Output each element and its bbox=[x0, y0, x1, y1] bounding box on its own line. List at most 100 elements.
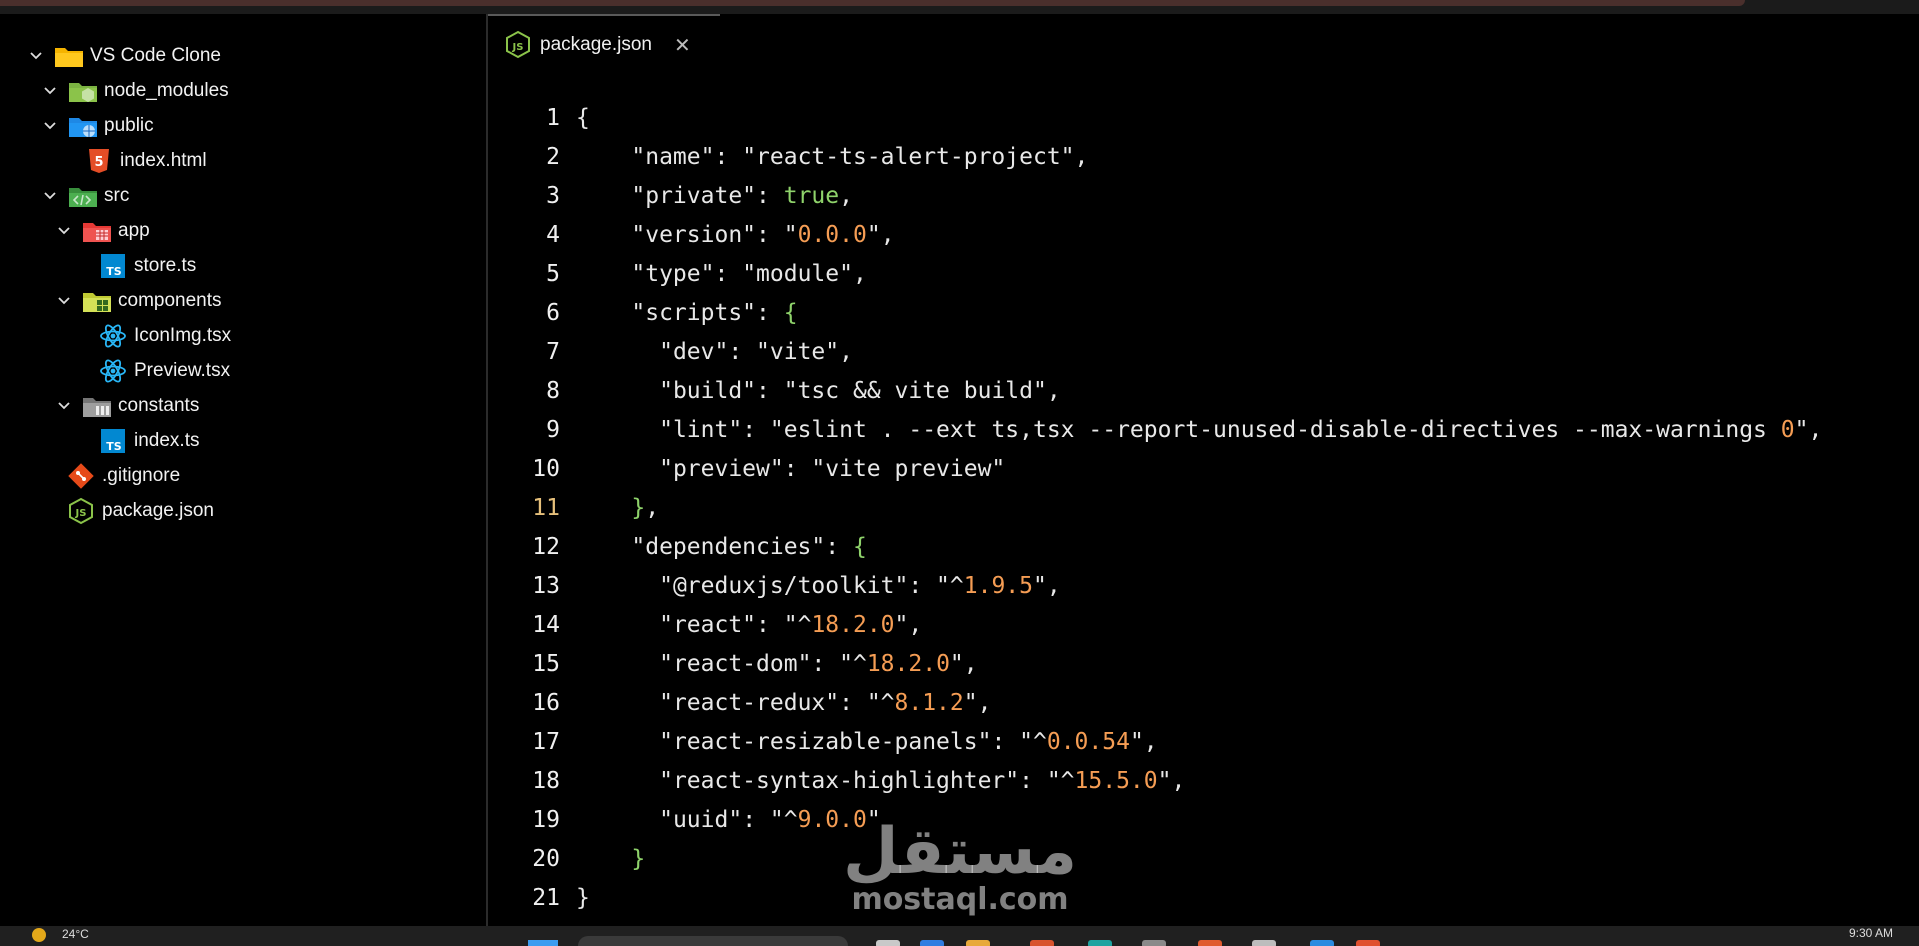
file-explorer: VS Code Clone node_modules public 5 inde… bbox=[0, 14, 488, 926]
code-text: "scripts": { bbox=[631, 299, 798, 326]
taskbar-search[interactable] bbox=[578, 936, 848, 946]
code-text: "version": "0.0.0", bbox=[631, 221, 895, 248]
code-text: "lint": "eslint . --ext ts,tsx --report-… bbox=[659, 416, 1823, 443]
code-line[interactable]: 4 "version": "0.0.0", bbox=[488, 215, 895, 254]
close-icon[interactable]: ✕ bbox=[674, 33, 691, 57]
code-line[interactable]: 7 "dev": "vite", bbox=[488, 332, 853, 371]
taskbar-app-icon[interactable] bbox=[1142, 940, 1166, 946]
code-text: "react-syntax-highlighter": "^15.5.0", bbox=[659, 767, 1186, 794]
tree-item-index-html[interactable]: 5 index.html bbox=[84, 144, 207, 178]
line-number: 2 bbox=[546, 143, 560, 170]
code-line[interactable]: 18 "react-syntax-highlighter": "^15.5.0"… bbox=[488, 761, 1185, 800]
code-line[interactable]: 5 "type": "module", bbox=[488, 254, 867, 293]
tree-item-gitignore[interactable]: .gitignore bbox=[66, 459, 180, 493]
code-line[interactable]: 15 "react-dom": "^18.2.0", bbox=[488, 644, 978, 683]
chevron-down-icon[interactable] bbox=[40, 116, 60, 136]
taskbar-app-icon[interactable] bbox=[1198, 940, 1222, 946]
code-line[interactable]: 9 "lint": "eslint . --ext ts,tsx --repor… bbox=[488, 410, 1822, 449]
git-icon bbox=[66, 462, 96, 490]
tree-item-components[interactable]: components bbox=[54, 284, 222, 318]
code-text: } bbox=[576, 884, 590, 911]
code-line[interactable]: 17 "react-resizable-panels": "^0.0.54", bbox=[488, 722, 1157, 761]
code-line[interactable]: 12 "dependencies": { bbox=[488, 527, 867, 566]
tab-package-json[interactable]: JS package.json ✕ bbox=[488, 14, 720, 74]
tree-item-index-ts[interactable]: TS index.ts bbox=[98, 424, 199, 458]
chevron-down-icon[interactable] bbox=[40, 81, 60, 101]
line-number: 18 bbox=[532, 767, 560, 794]
svg-text:TS: TS bbox=[106, 265, 122, 278]
line-number: 9 bbox=[546, 416, 560, 443]
code-line[interactable]: 10 "preview": "vite preview" bbox=[488, 449, 1005, 488]
tree-item-preview-tsx[interactable]: Preview.tsx bbox=[98, 354, 230, 388]
taskbar-app-icon[interactable] bbox=[1310, 940, 1334, 946]
line-number: 19 bbox=[532, 806, 560, 833]
code-line[interactable]: 19 "uuid": "^9.0.0" bbox=[488, 800, 880, 839]
tree-item-label: src bbox=[104, 185, 130, 206]
code-text: "private": true, bbox=[631, 182, 853, 209]
code-text: "dev": "vite", bbox=[659, 338, 853, 365]
line-number: 4 bbox=[546, 221, 560, 248]
html5-icon: 5 bbox=[84, 147, 114, 175]
taskbar-app-icon[interactable] bbox=[920, 940, 944, 946]
code-line[interactable]: 14 "react": "^18.2.0", bbox=[488, 605, 922, 644]
watermark-latin: mostaql.com bbox=[851, 882, 1069, 917]
code-line[interactable]: 13 "@reduxjs/toolkit": "^1.9.5", bbox=[488, 566, 1060, 605]
taskbar-app-icon[interactable] bbox=[966, 940, 990, 946]
tree-item-label: IconImg.tsx bbox=[134, 325, 232, 346]
tree-item-package-json[interactable]: JS package.json bbox=[66, 494, 214, 528]
code-text: } bbox=[631, 845, 646, 872]
line-number: 20 bbox=[532, 845, 560, 872]
line-number: 11 bbox=[532, 494, 560, 521]
tree-item-label: index.html bbox=[120, 150, 207, 171]
line-number: 14 bbox=[532, 611, 560, 638]
tree-item-label: index.ts bbox=[134, 430, 200, 451]
components-folder-icon bbox=[82, 287, 112, 315]
code-text: "react-redux": "^8.1.2", bbox=[659, 689, 992, 716]
taskbar-app-icon[interactable] bbox=[1030, 940, 1054, 946]
svg-text:5: 5 bbox=[94, 155, 103, 170]
tree-item-public[interactable]: public bbox=[40, 109, 154, 143]
line-number: 6 bbox=[546, 299, 560, 326]
code-line[interactable]: 21} bbox=[488, 878, 590, 917]
chevron-down-icon[interactable] bbox=[40, 186, 60, 206]
tree-item-app[interactable]: app bbox=[54, 214, 150, 248]
code-line[interactable]: 3 "private": true, bbox=[488, 176, 853, 215]
tree-item-vs-code-clone[interactable]: VS Code Clone bbox=[26, 39, 221, 73]
typescript-icon: TS bbox=[98, 427, 128, 455]
code-line[interactable]: 16 "react-redux": "^8.1.2", bbox=[488, 683, 991, 722]
chevron-down-icon[interactable] bbox=[26, 46, 46, 66]
watermark-arabic: مستقل bbox=[842, 815, 1078, 889]
taskbar-app-icon[interactable] bbox=[1356, 940, 1380, 946]
tree-item-iconimg-tsx[interactable]: IconImg.tsx bbox=[98, 319, 231, 353]
code-line[interactable]: 11 }, bbox=[488, 488, 659, 527]
tree-item-src[interactable]: src bbox=[40, 179, 129, 213]
taskbar-app-icon[interactable] bbox=[1088, 940, 1112, 946]
tree-item-node-modules[interactable]: node_modules bbox=[40, 74, 229, 108]
chevron-down-icon[interactable] bbox=[54, 221, 74, 241]
weather-icon[interactable] bbox=[32, 928, 46, 942]
public-folder-icon bbox=[68, 112, 98, 140]
code-line[interactable]: 2 "name": "react-ts-alert-project", bbox=[488, 137, 1088, 176]
code-line[interactable]: 6 "scripts": { bbox=[488, 293, 798, 332]
chevron-down-icon[interactable] bbox=[54, 291, 74, 311]
svg-text:TS: TS bbox=[106, 440, 122, 453]
chevron-down-icon[interactable] bbox=[54, 396, 74, 416]
code-text: "name": "react-ts-alert-project", bbox=[631, 143, 1089, 170]
tree-item-constants[interactable]: constants bbox=[54, 389, 199, 423]
app-folder-icon bbox=[82, 217, 112, 245]
code-line[interactable]: 1{ bbox=[488, 98, 590, 137]
react-icon bbox=[98, 357, 128, 385]
code-line[interactable]: 20 } bbox=[488, 839, 645, 878]
start-button[interactable] bbox=[528, 940, 558, 946]
window-top-bar-accent bbox=[0, 0, 1745, 6]
tree-item-label: constants bbox=[118, 395, 200, 416]
typescript-icon: TS bbox=[98, 252, 128, 280]
line-number: 16 bbox=[532, 689, 560, 716]
code-line[interactable]: 8 "build": "tsc && vite build", bbox=[488, 371, 1061, 410]
tree-item-store-ts[interactable]: TS store.ts bbox=[98, 249, 196, 283]
code-text: "dependencies": { bbox=[631, 533, 867, 560]
tree-item-label: package.json bbox=[102, 500, 214, 521]
taskbar-app-icon[interactable] bbox=[876, 940, 900, 946]
code-text: "react-dom": "^18.2.0", bbox=[659, 650, 978, 677]
taskbar-app-icon[interactable] bbox=[1252, 940, 1276, 946]
